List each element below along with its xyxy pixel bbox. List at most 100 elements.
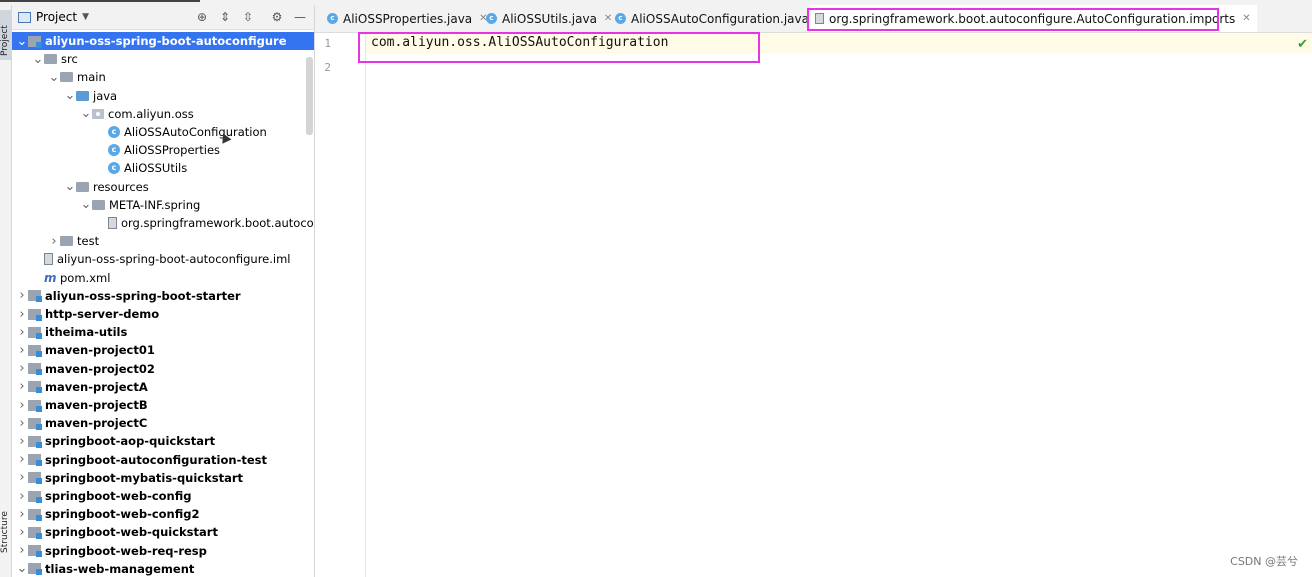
tree-item[interactable]: › maven-project01 [12,341,314,359]
chevron-down-icon[interactable]: ⌄ [80,106,92,121]
folder-icon [60,236,73,247]
tree-item[interactable]: › springboot-aop-quickstart [12,432,314,450]
editor-tab-label: AliOSSAutoConfiguration.java [631,11,809,26]
tree-item[interactable]: › test [12,232,314,250]
tree-item[interactable]: › springboot-web-config [12,487,314,505]
chevron-right-icon[interactable]: › [16,525,28,540]
tree-item[interactable]: › springboot-autoconfiguration-test [12,451,314,469]
project-panel-header: Project ▼ ⊕ ⇕ ⇳ ⚙ — [12,5,314,30]
tree-item[interactable]: › maven-projectA [12,378,314,396]
chevron-down-icon[interactable]: ⌄ [16,561,28,576]
tree-item[interactable]: › itheima-utils [12,323,314,341]
chevron-down-icon[interactable]: ⌄ [48,70,60,85]
tree-item[interactable]: ⌄ resources [12,178,314,196]
tree-item[interactable]: › aliyun-oss-spring-boot-starter [12,287,314,305]
watermark: CSDN @芸兮 [1230,555,1298,568]
chevron-right-icon[interactable]: › [16,398,28,413]
chevron-down-icon[interactable]: ⌄ [32,52,44,67]
chevron-right-icon[interactable]: › [16,361,28,376]
tree-item[interactable]: aliyun-oss-spring-boot-autoconfigure.iml [12,250,314,268]
line-number: 2 [324,61,331,74]
tree-item-label: java [93,88,118,103]
module-icon [28,326,42,339]
tree-item[interactable]: › maven-projectC [12,414,314,432]
tree-item-label: springboot-web-config [45,489,192,503]
structure-tool-tab-label: Structure [0,511,10,553]
chevron-right-icon[interactable]: › [16,288,28,303]
tree-item[interactable]: c AliOSSProperties [12,141,314,159]
tree-item[interactable]: org.springframework.boot.autoconfigure.A… [12,214,314,232]
tree-item[interactable]: ⌄ com.aliyun.oss [12,105,314,123]
module-icon [28,290,42,303]
chevron-right-icon[interactable]: › [16,325,28,340]
tree-item[interactable]: ⌄ tlias-web-management [12,560,314,577]
tree-item[interactable]: c AliOSSUtils [12,159,314,177]
code-editor[interactable]: 12 com.aliyun.oss.AliOSSAutoConfiguratio… [315,33,1312,577]
chevron-down-icon[interactable]: ⌄ [64,88,76,103]
tree-scrollbar[interactable] [306,57,313,135]
tree-item-label: maven-projectB [45,398,148,412]
project-panel: Project ▼ ⊕ ⇕ ⇳ ⚙ — ⌄ aliyun-oss-spring-b… [12,5,315,577]
module-icon [28,344,42,357]
locate-icon[interactable]: ⊕ [194,9,210,25]
chevron-down-icon[interactable]: ⌄ [80,197,92,212]
chevron-right-icon[interactable]: › [16,507,28,522]
chevron-right-icon[interactable]: › [48,234,60,249]
tree-item-label: springboot-web-req-resp [45,543,207,558]
chevron-right-icon[interactable]: › [16,470,28,485]
chevron-right-icon[interactable]: › [16,379,28,394]
tree-item[interactable]: ⌄ main [12,68,314,86]
module-icon [28,545,42,558]
tree-item[interactable]: ⌄ aliyun-oss-spring-boot-autoconfigure [12,32,314,50]
chevron-right-icon[interactable]: › [16,543,28,558]
chevron-right-icon[interactable]: › [16,489,28,504]
module-icon [28,490,42,503]
tree-item-label: AliOSSProperties [124,143,221,158]
tree-item-label: maven-projectC [45,416,148,431]
tree-item[interactable]: ⌄ META-INF.spring [12,196,314,214]
tree-item[interactable]: c AliOSSAutoConfiguration [12,123,314,141]
gear-icon[interactable]: ⚙ [269,9,285,25]
chevron-right-icon[interactable]: › [16,416,28,431]
expand-all-icon[interactable]: ⇕ [217,9,233,25]
tree-item-label: resources [93,179,149,194]
module-icon [28,472,42,485]
tree-item-label: AliOSSUtils [124,161,188,176]
tree-item-label: pom.xml [60,270,111,285]
structure-tool-tab[interactable]: Structure [0,505,11,555]
chevron-down-icon[interactable]: ⌄ [64,179,76,194]
folder-icon [92,199,105,210]
chevron-right-icon[interactable]: › [16,434,28,449]
project-tool-tab-label: Project [0,25,10,56]
project-tool-tab[interactable]: Project [0,10,11,60]
editor-tab[interactable]: c AliOSSUtils.java ✕ [482,5,618,32]
project-panel-title: Project [36,10,78,24]
tree-item-label: maven-projectA [45,379,148,394]
tree-item[interactable]: › springboot-mybatis-quickstart [12,469,314,487]
tree-item[interactable]: › maven-projectB [12,396,314,414]
tree-item[interactable]: › springboot-web-config2 [12,505,314,523]
hide-panel-icon[interactable]: — [292,9,308,25]
tree-item[interactable]: ⌄ java [12,87,314,105]
tree-item[interactable]: › http-server-demo [12,305,314,323]
folder-icon [44,54,57,65]
tree-item[interactable]: m pom.xml [12,269,314,287]
tree-item[interactable]: ⌄ src [12,50,314,68]
collapse-all-icon[interactable]: ⇳ [240,9,256,25]
file-icon [108,217,117,229]
module-icon [28,417,42,430]
resources-folder-icon [76,181,89,192]
tab-highlight-box [807,8,1219,31]
chevron-right-icon[interactable]: › [16,452,28,467]
close-icon[interactable]: ✕ [1242,13,1250,24]
chevron-right-icon[interactable]: › [16,343,28,358]
editor-tab[interactable]: c AliOSSProperties.java ✕ [323,5,494,32]
tree-item[interactable]: › maven-project02 [12,360,314,378]
chevron-right-icon[interactable]: › [16,307,28,322]
editor-tab[interactable]: cAliOSSAutoConfiguration.java✕ [611,5,830,32]
tree-item[interactable]: › springboot-web-req-resp [12,542,314,560]
tree-item[interactable]: › springboot-web-quickstart [12,523,314,541]
chevron-down-icon[interactable]: ⌄ [16,34,28,49]
tree-item-label: main [77,70,106,85]
project-view-selector[interactable]: Project ▼ [18,9,89,25]
